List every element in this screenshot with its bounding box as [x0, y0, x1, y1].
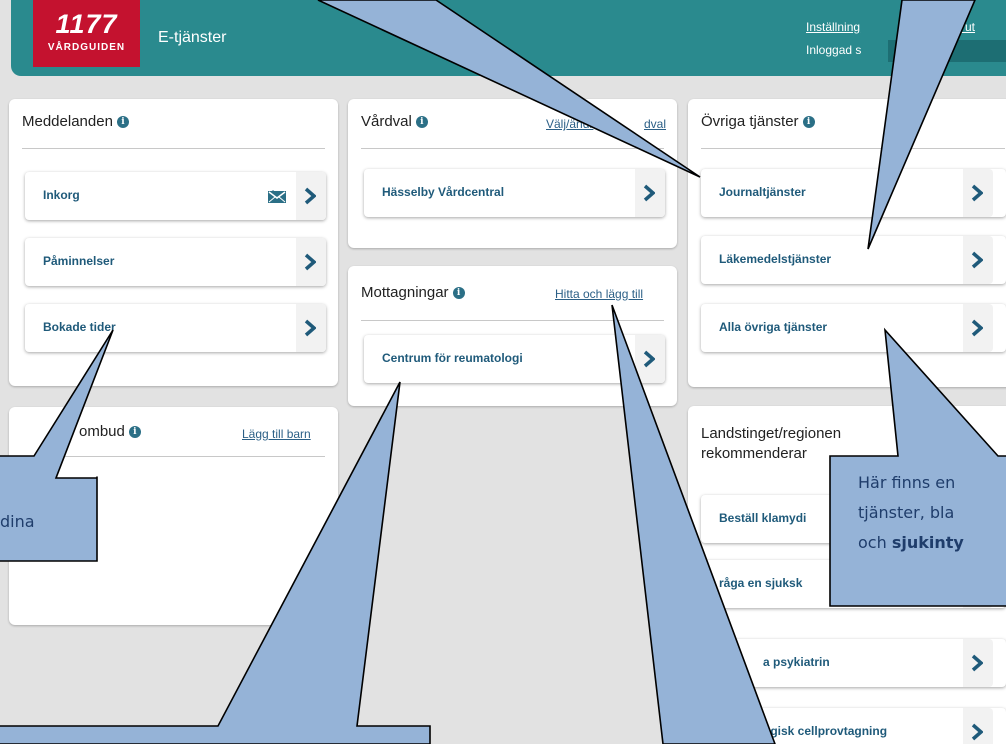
callout-bottom-right	[611, 304, 776, 744]
callout-right-line3-pre: och	[858, 533, 892, 552]
callout-overlay	[0, 0, 1006, 744]
callout-right-line3: och sjukinty	[858, 528, 964, 558]
callout-pointer-journal	[317, 0, 701, 178]
callout-right-line2: tjänster, bla	[858, 503, 955, 522]
callout-right-line1: Här finns en	[858, 473, 956, 492]
callout-right-line3-bold: sjukinty	[891, 533, 964, 552]
callout-left-text: dina	[0, 512, 35, 531]
callout-pointer-medication	[867, 0, 976, 250]
